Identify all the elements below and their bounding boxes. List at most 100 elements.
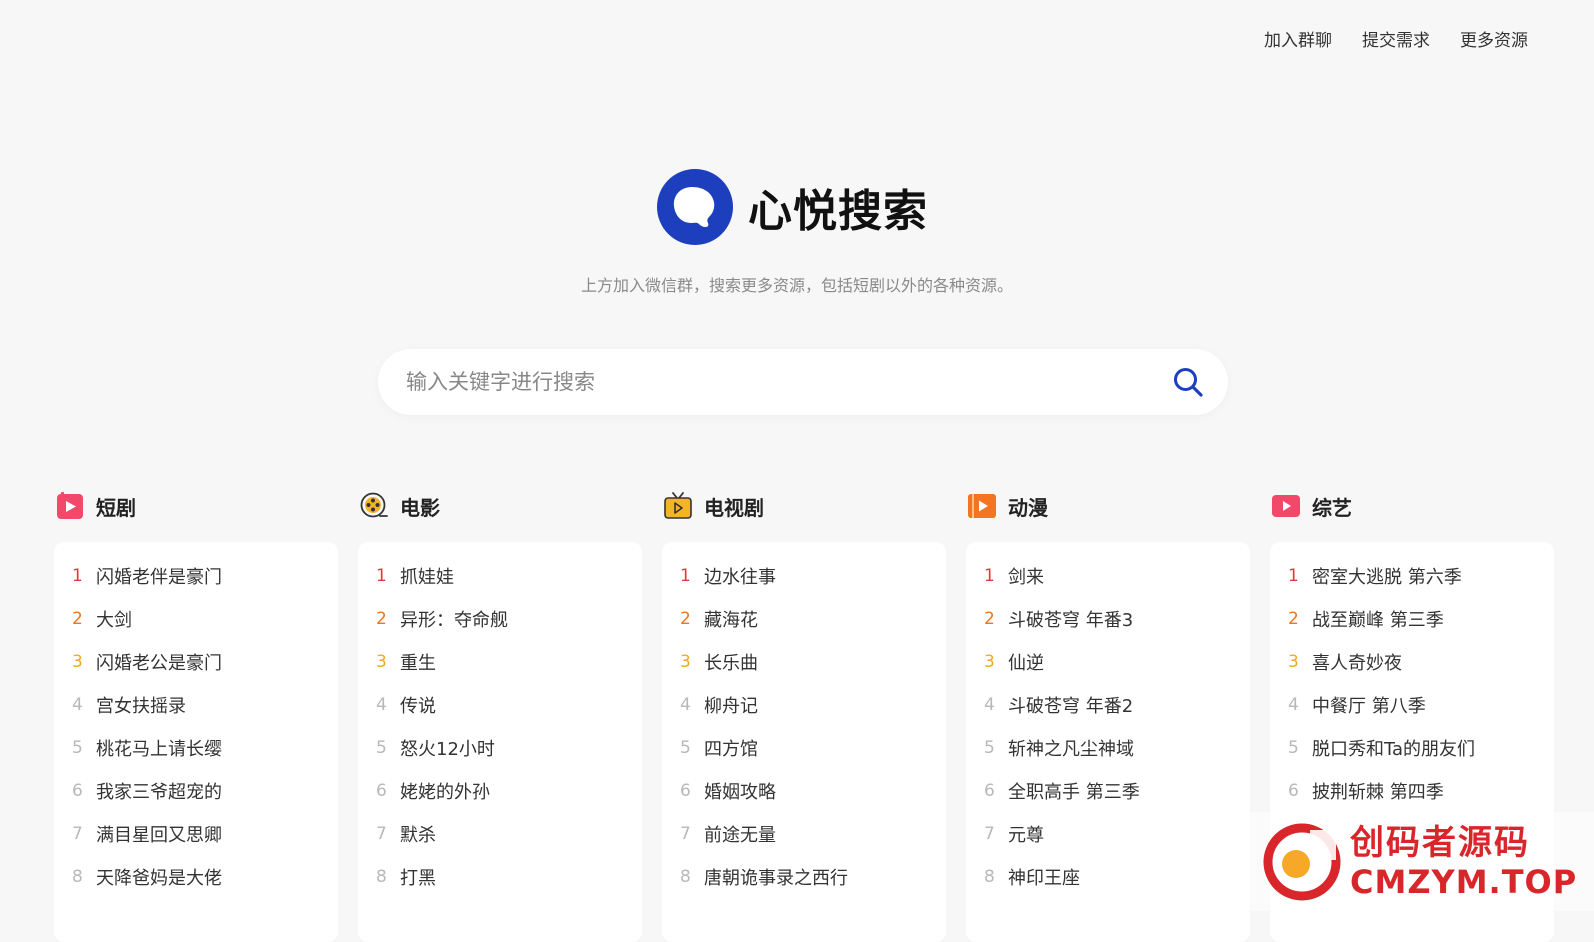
item-title: 怒火12小时: [400, 738, 495, 760]
watermark: 创码者源码 CMZYM.TOP: [1236, 812, 1594, 911]
list-item[interactable]: 5 脱口秀和Ta的朋友们: [1288, 726, 1554, 769]
list-item[interactable]: 6 婚姻攻略: [680, 769, 946, 812]
list-item[interactable]: 7 满目星回又思卿: [72, 812, 338, 855]
brand-name: 心悦搜索: [748, 186, 928, 237]
list-item[interactable]: 5 四方馆: [680, 726, 946, 769]
item-title: 闪婚老伴是豪门: [96, 566, 222, 588]
rank-number: 1: [984, 565, 995, 586]
list-item[interactable]: 4 柳舟记: [680, 683, 946, 726]
item-title: 满目星回又思卿: [96, 824, 222, 846]
rank-number: 2: [984, 608, 995, 629]
item-title: 战至巅峰 第三季: [1312, 609, 1444, 631]
list-item[interactable]: 6 全职高手 第三季: [984, 769, 1250, 812]
list-item[interactable]: 8 打黑: [376, 855, 642, 898]
list-item[interactable]: 1 边水往事: [680, 554, 946, 597]
item-title: 藏海花: [704, 609, 758, 631]
list-item[interactable]: 3 闪婚老公是豪门: [72, 640, 338, 683]
list-item[interactable]: 5 桃花马上请长缨: [72, 726, 338, 769]
list-item[interactable]: 2 斗破苍穹 年番3: [984, 597, 1250, 640]
item-title: 斗破苍穹 年番3: [1008, 609, 1134, 631]
list-item[interactable]: 7 元尊: [984, 812, 1250, 855]
list-item[interactable]: 3 长乐曲: [680, 640, 946, 683]
play-rect-icon: [1272, 492, 1300, 520]
list-item[interactable]: 4 传说: [376, 683, 642, 726]
list-item[interactable]: 5 斩神之凡尘神域: [984, 726, 1250, 769]
item-title: 斩神之凡尘神域: [1008, 738, 1134, 760]
ranking-card: 1 边水往事 2 藏海花 3 长乐曲 4 柳舟记 5 四方馆 6 婚姻攻略 7 前途无量 8唐…: [662, 542, 946, 942]
ranking-card: 1 剑来 2 斗破苍穹 年番3 3 仙逆 4 斗破苍穹 年番2 5 斩神之凡尘神域 6 全职…: [966, 542, 1250, 942]
item-title: 柳舟记: [704, 695, 758, 717]
item-title: 边水往事: [704, 566, 776, 588]
list-item[interactable]: 3 喜人奇妙夜: [1288, 640, 1554, 683]
list-item[interactable]: 7 前途无量: [680, 812, 946, 855]
rank-number: 5: [680, 737, 691, 758]
rank-number: 7: [376, 823, 387, 844]
list-item[interactable]: 3 重生: [376, 640, 642, 683]
list-item[interactable]: 3 仙逆: [984, 640, 1250, 683]
list-item[interactable]: 7 默杀: [376, 812, 642, 855]
nav-submit-request[interactable]: 提交需求: [1362, 26, 1430, 51]
rank-number: 3: [984, 651, 995, 672]
column-header: 综艺: [1270, 490, 1554, 522]
column-title: 电影: [400, 495, 440, 520]
list-item[interactable]: 4 宫女扶摇录: [72, 683, 338, 726]
item-title: 我家三爷超宠的: [96, 781, 222, 803]
watermark-en: CMZYM.TOP: [1350, 862, 1578, 901]
rank-number: 4: [1288, 694, 1299, 715]
rank-number: 4: [984, 694, 995, 715]
item-title: 斗破苍穹 年番2: [1008, 695, 1134, 717]
item-title: 宫女扶摇录: [96, 695, 186, 717]
rank-number: 1: [376, 565, 387, 586]
rank-number: 1: [680, 565, 691, 586]
watermark-logo-icon: [1263, 823, 1341, 900]
list-item[interactable]: 4 中餐厅 第八季: [1288, 683, 1554, 726]
item-title: 全职高手 第三季: [1008, 781, 1140, 803]
column-header: 电影: [358, 490, 642, 522]
tv-icon: [664, 492, 692, 520]
top-nav: 加入群聊 提交需求 更多资源: [1264, 26, 1528, 51]
list-item[interactable]: 8 神印王座: [984, 855, 1250, 898]
item-title: 元尊: [1008, 824, 1044, 846]
rank-number: 2: [72, 608, 83, 629]
item-title: 披荆斩棘 第四季: [1312, 781, 1444, 803]
nav-join-group[interactable]: 加入群聊: [1264, 26, 1332, 51]
list-item[interactable]: 2 异形：夺命舰: [376, 597, 642, 640]
item-title: 打黑: [400, 867, 436, 889]
list-item[interactable]: 1 剑来: [984, 554, 1250, 597]
list-item[interactable]: 6 披荆斩棘 第四季: [1288, 769, 1554, 812]
item-title: 仙逆: [1008, 652, 1044, 674]
rank-number: 8: [72, 866, 83, 887]
item-title: 唐朝诡事录之西行: [704, 867, 848, 889]
rank-number: 6: [680, 780, 691, 801]
column-movie: 电影 1 抓娃娃 2 异形：夺命舰 3 重生 4 传说 5 怒火12小时 6 姥姥的外孙 7…: [358, 490, 642, 942]
item-title: 剑来: [1008, 566, 1044, 588]
list-item[interactable]: 6 我家三爷超宠的: [72, 769, 338, 812]
list-item[interactable]: 4 斗破苍穹 年番2: [984, 683, 1250, 726]
list-item[interactable]: 6 姥姥的外孙: [376, 769, 642, 812]
column-title: 电视剧: [704, 495, 764, 520]
list-item[interactable]: 8 唐朝诡事录之西行: [680, 855, 946, 898]
rank-number: 7: [72, 823, 83, 844]
search-button[interactable]: [1170, 364, 1206, 400]
list-item[interactable]: 1 密室大逃脱 第六季: [1288, 554, 1554, 597]
list-item[interactable]: 2 藏海花: [680, 597, 946, 640]
rank-number: 7: [984, 823, 995, 844]
nav-more-resources[interactable]: 更多资源: [1460, 26, 1528, 51]
column-tv-series: 电视剧 1 边水往事 2 藏海花 3 长乐曲 4 柳舟记 5 四方馆 6 婚姻攻略 7 前途无…: [662, 490, 946, 942]
list-item[interactable]: 2 大剑: [72, 597, 338, 640]
list-item[interactable]: 1 闪婚老伴是豪门: [72, 554, 338, 597]
list-item[interactable]: 5 怒火12小时: [376, 726, 642, 769]
list-item[interactable]: 1 抓娃娃: [376, 554, 642, 597]
list-item[interactable]: 2 战至巅峰 第三季: [1288, 597, 1554, 640]
item-title: 脱口秀和Ta的朋友们: [1312, 738, 1476, 760]
item-title: 前途无量: [704, 824, 776, 846]
item-title: 密室大逃脱 第六季: [1312, 566, 1462, 588]
blue-ring-logo-icon: [657, 169, 733, 245]
rank-number: 4: [680, 694, 691, 715]
column-title: 综艺: [1312, 495, 1352, 520]
ranking-card: 1 抓娃娃 2 异形：夺命舰 3 重生 4 传说 5 怒火12小时 6 姥姥的外孙 7 默杀 …: [358, 542, 642, 942]
search-input[interactable]: [406, 370, 1170, 394]
watermark-cn: 创码者源码: [1350, 822, 1530, 863]
list-item[interactable]: 8 天降爸妈是大佬: [72, 855, 338, 898]
rank-number: 5: [72, 737, 83, 758]
